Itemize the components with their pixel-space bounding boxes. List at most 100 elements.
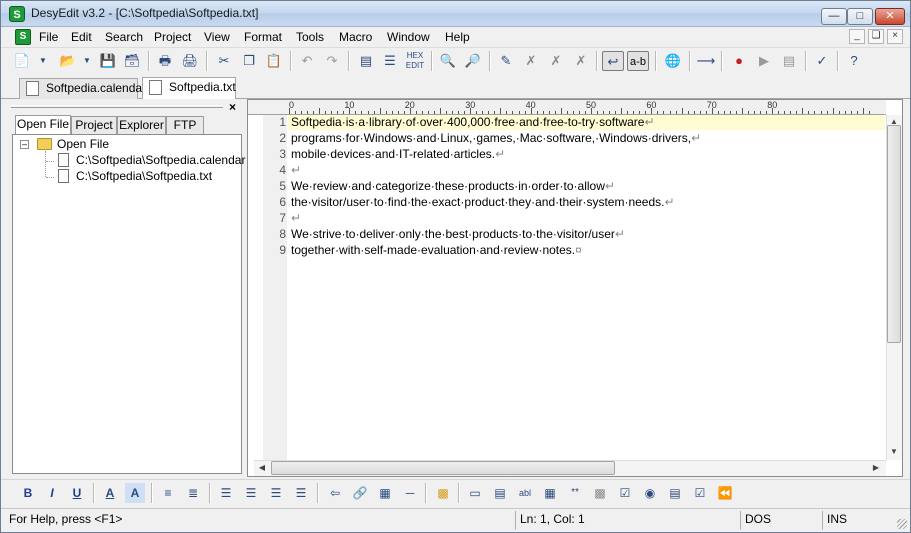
browser-icon[interactable]: 🌐 — [662, 51, 684, 71]
form-icon[interactable]: ▩ — [433, 483, 453, 503]
bookmark-next-icon[interactable]: ✗ — [520, 51, 542, 71]
menu-project[interactable]: Project — [154, 30, 191, 44]
undo-icon[interactable]: ↶ — [296, 51, 318, 71]
menu-edit[interactable]: Edit — [71, 30, 92, 44]
word-wrap-icon[interactable]: a-b — [627, 51, 649, 71]
menu-window[interactable]: Window — [387, 30, 430, 44]
font-color-icon[interactable]: A — [100, 483, 120, 503]
play-macro-icon[interactable]: ▶ — [753, 51, 775, 71]
mdi-close-button[interactable]: × — [887, 29, 903, 44]
panel-close-icon[interactable]: × — [229, 100, 236, 114]
tab-softpedia-calendar[interactable]: Softpedia.calendar — [19, 78, 146, 99]
mdi-minimize-button[interactable]: _ — [849, 29, 865, 44]
list-box-icon[interactable]: ▤ — [665, 483, 685, 503]
editor-line[interactable]: ↵ — [291, 163, 301, 177]
link-icon[interactable]: 🔗 — [350, 483, 370, 503]
hex-icon[interactable]: HEX EDIT — [404, 51, 426, 71]
scroll-left-arrow[interactable]: ◀ — [255, 461, 269, 475]
italic-icon[interactable]: I — [42, 483, 62, 503]
block-icon[interactable]: ▤ — [355, 51, 377, 71]
tab-open-file[interactable]: Open File — [15, 115, 71, 135]
horizontal-scroll-thumb[interactable] — [271, 461, 615, 475]
checkbox-icon[interactable]: ☑ — [615, 483, 635, 503]
new-icon[interactable]: 📄 — [11, 51, 33, 71]
scroll-right-arrow[interactable]: ▶ — [869, 461, 883, 475]
align-left-icon[interactable]: ☰ — [216, 483, 236, 503]
align-center-icon[interactable]: ☰ — [241, 483, 261, 503]
radio-icon[interactable]: ◉ — [640, 483, 660, 503]
save-icon[interactable]: 💾 — [97, 51, 119, 71]
editor-line[interactable]: ↵ — [291, 211, 301, 225]
mdi-restore-button[interactable]: ❏ — [868, 29, 884, 44]
tab-project[interactable]: Project — [71, 116, 117, 135]
reset-icon[interactable]: ⏪ — [715, 483, 735, 503]
editor-line[interactable]: together·with·self-made·evaluation·and·r… — [291, 243, 582, 257]
pin-icon[interactable]: ⟶ — [695, 51, 717, 71]
redo-icon[interactable]: ↷ — [321, 51, 343, 71]
document-system-icon[interactable]: S — [15, 29, 31, 45]
align-right-icon[interactable]: ☰ — [266, 483, 286, 503]
horizontal-rule-icon[interactable]: ─ — [400, 483, 420, 503]
tree-item-txt[interactable]: C:\Softpedia\Softpedia.txt — [76, 169, 212, 183]
record-macro-icon[interactable]: ● — [728, 51, 750, 71]
maximize-button[interactable]: □ — [847, 8, 873, 25]
cut-icon[interactable]: ✂ — [213, 51, 235, 71]
justify-icon[interactable]: ☰ — [291, 483, 311, 503]
editor-line[interactable]: the·visitor/user·to·find·the·exact·produ… — [291, 195, 675, 209]
bookmark-clear-icon[interactable]: ✗ — [570, 51, 592, 71]
print-preview-icon[interactable]: 🖶 — [154, 51, 176, 71]
anchor-icon[interactable]: ⇦ — [325, 483, 345, 503]
tab-ftp[interactable]: FTP — [166, 116, 204, 135]
vertical-scroll-thumb[interactable] — [887, 125, 901, 343]
text-area-icon[interactable]: abl — [515, 483, 535, 503]
editor-line[interactable]: Softpedia·is·a·library·of·over·400,000·f… — [291, 115, 655, 129]
macro-list-icon[interactable]: ▤ — [778, 51, 800, 71]
menu-view[interactable]: View — [204, 30, 230, 44]
menu-file[interactable]: File — [39, 30, 58, 44]
menu-help[interactable]: Help — [445, 30, 470, 44]
tree-item-calendar[interactable]: C:\Softpedia\Softpedia.calendar — [76, 153, 245, 167]
find-replace-icon[interactable]: 🔎 — [462, 51, 484, 71]
menu-macro[interactable]: Macro — [339, 30, 372, 44]
show-whitespace-icon[interactable]: ↩ — [602, 51, 624, 71]
spell-check-icon[interactable]: ✓ — [811, 51, 833, 71]
open-icon[interactable]: 📂 — [57, 51, 79, 71]
tree-root-item[interactable]: Open File — [57, 137, 109, 151]
select-icon[interactable]: ▦ — [540, 483, 560, 503]
menu-search[interactable]: Search — [105, 30, 143, 44]
tab-explorer[interactable]: Explorer — [117, 116, 166, 135]
bookmark-icon[interactable]: ✎ — [495, 51, 517, 71]
editor-line[interactable]: mobile·devices·and·IT-related·articles.↵ — [291, 147, 505, 161]
submit-icon[interactable]: ☑ — [690, 483, 710, 503]
resize-grip[interactable] — [897, 519, 907, 529]
bullet-list-icon[interactable]: ≡ — [158, 483, 178, 503]
editor-line[interactable]: programs·for·Windows·and·Linux,·games,·M… — [291, 131, 701, 145]
editor-line[interactable]: We·strive·to·deliver·only·the·best·produ… — [291, 227, 625, 241]
password-icon[interactable]: ** — [565, 483, 585, 503]
image-icon[interactable]: ▦ — [375, 483, 395, 503]
highlight-icon[interactable]: A — [125, 483, 145, 503]
close-button[interactable]: ✕ — [875, 8, 905, 25]
paste-icon[interactable]: 📋 — [263, 51, 285, 71]
panel-grip[interactable] — [11, 105, 223, 108]
editor-line[interactable]: We·review·and·categorize·these·products·… — [291, 179, 615, 193]
copy-icon[interactable]: ❐ — [238, 51, 260, 71]
bookmark-prev-icon[interactable]: ✗ — [545, 51, 567, 71]
menu-tools[interactable]: Tools — [296, 30, 324, 44]
minimize-button[interactable]: — — [821, 8, 847, 25]
new-dropdown-icon[interactable]: ▼ — [37, 51, 49, 71]
save-all-icon[interactable]: 🗃 — [121, 51, 143, 71]
hidden-field-icon[interactable]: ▩ — [590, 483, 610, 503]
button-icon[interactable]: ▭ — [465, 483, 485, 503]
underline-icon[interactable]: U — [67, 483, 87, 503]
numbered-list-icon[interactable]: ≣ — [183, 483, 203, 503]
help-icon[interactable]: ? — [843, 51, 865, 71]
collapse-icon[interactable]: – — [20, 140, 29, 149]
open-dropdown-icon[interactable]: ▼ — [81, 51, 93, 71]
print-icon[interactable]: 🖨 — [179, 51, 201, 71]
app-icon[interactable]: S — [9, 6, 25, 22]
text-field-icon[interactable]: ▤ — [490, 483, 510, 503]
scroll-down-arrow[interactable]: ▼ — [887, 445, 901, 459]
menu-format[interactable]: Format — [244, 30, 282, 44]
bold-icon[interactable]: B — [18, 483, 38, 503]
